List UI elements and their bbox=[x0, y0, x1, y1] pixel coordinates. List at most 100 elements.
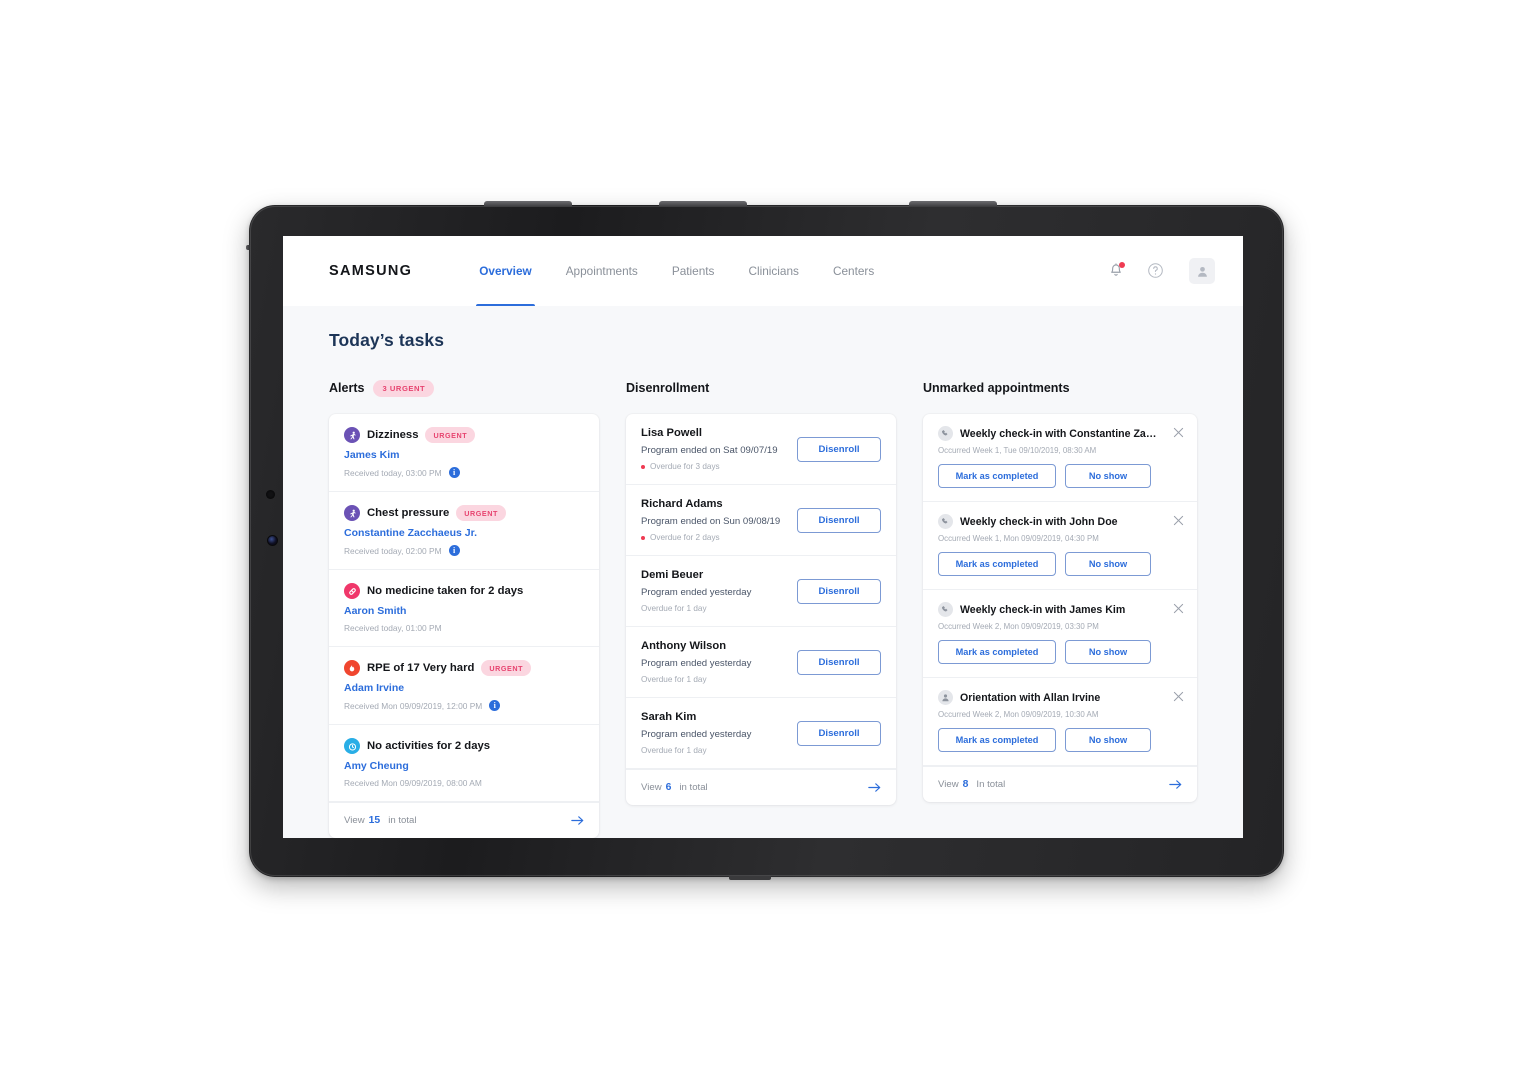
info-icon[interactable]: i bbox=[448, 545, 460, 556]
alert-row[interactable]: Chest pressure URGENT Constantine Zaccha… bbox=[329, 492, 599, 570]
alert-row[interactable]: No activities for 2 days Amy Cheung Rece… bbox=[329, 725, 599, 802]
tab-centers[interactable]: Centers bbox=[816, 236, 891, 306]
alerts-column: Alerts 3 URGENT Dizziness URGENT James K… bbox=[329, 377, 599, 838]
help-circle-icon[interactable] bbox=[1147, 260, 1169, 282]
tab-patients[interactable]: Patients bbox=[655, 236, 732, 306]
alert-meta: Received today, 01:00 PM bbox=[344, 623, 584, 633]
close-icon[interactable] bbox=[1173, 689, 1185, 702]
top-navigation-bar: SAMSUNG Overview Appointments Patients C… bbox=[283, 236, 1243, 306]
tablet-power-button[interactable] bbox=[659, 201, 747, 207]
alerts-total-count: 15 bbox=[368, 815, 381, 826]
close-icon[interactable] bbox=[1173, 425, 1185, 438]
alert-title: Chest pressure bbox=[367, 507, 450, 519]
alert-received-time: Received Mon 09/09/2019, 08:00 AM bbox=[344, 778, 482, 788]
in-total-label: In total bbox=[976, 779, 1006, 790]
info-icon[interactable]: i bbox=[448, 467, 460, 478]
phone-call-icon bbox=[938, 426, 953, 441]
alert-meta: Received today, 02:00 PM i bbox=[344, 545, 584, 556]
in-total-label: in total bbox=[388, 815, 417, 826]
disenroll-button[interactable]: Disenroll bbox=[797, 507, 881, 533]
tablet-side-button[interactable] bbox=[246, 245, 250, 250]
samsung-logo: SAMSUNG bbox=[329, 263, 413, 279]
alerts-footer[interactable]: View 15 in total bbox=[329, 802, 599, 838]
sensor-dot-icon bbox=[266, 490, 275, 499]
mark-as-completed-button[interactable]: Mark as completed bbox=[938, 552, 1056, 576]
arrow-right-icon[interactable] bbox=[571, 815, 584, 826]
appointments-card: Weekly check-in with Constantine Zacc...… bbox=[923, 414, 1197, 802]
tab-clinicians[interactable]: Clinicians bbox=[731, 236, 815, 306]
program-ended-text: Program ended yesterday bbox=[641, 729, 752, 740]
phone-call-icon bbox=[938, 602, 953, 617]
alert-patient-name[interactable]: Adam Irvine bbox=[344, 682, 584, 694]
page-title: Today’s tasks bbox=[329, 330, 445, 350]
chest-pressure-icon bbox=[344, 505, 360, 521]
appointment-heading: Weekly check-in with Constantine Zacc... bbox=[938, 426, 1182, 441]
no-show-button[interactable]: No show bbox=[1065, 552, 1151, 576]
alert-received-time: Received today, 01:00 PM bbox=[344, 623, 442, 633]
overdue-label: Overdue for 2 days bbox=[650, 533, 720, 542]
nav-actions bbox=[1105, 258, 1215, 284]
tab-overview[interactable]: Overview bbox=[462, 236, 548, 306]
alert-row[interactable]: RPE of 17 Very hard URGENT Adam Irvine R… bbox=[329, 647, 599, 725]
alert-patient-name[interactable]: Aaron Smith bbox=[344, 605, 584, 617]
disenroll-button[interactable]: Disenroll bbox=[797, 720, 881, 746]
mark-as-completed-button[interactable]: Mark as completed bbox=[938, 640, 1056, 664]
alert-urgent-badge: URGENT bbox=[456, 505, 506, 521]
alert-heading: No medicine taken for 2 days bbox=[344, 583, 584, 599]
alert-row[interactable]: No medicine taken for 2 days Aaron Smith… bbox=[329, 570, 599, 647]
alert-meta: Received today, 03:00 PM i bbox=[344, 467, 584, 478]
dizziness-icon bbox=[344, 427, 360, 443]
arrow-right-icon[interactable] bbox=[868, 782, 881, 793]
tablet-aux-button[interactable] bbox=[909, 201, 997, 207]
appointment-heading: Weekly check-in with John Doe bbox=[938, 514, 1182, 529]
appointments-footer[interactable]: View 8 In total bbox=[923, 766, 1197, 802]
disenrollment-column: Disenrollment Lisa Powell Program ended … bbox=[626, 377, 896, 838]
close-icon[interactable] bbox=[1173, 513, 1185, 526]
no-show-button[interactable]: No show bbox=[1065, 464, 1151, 488]
appointment-title: Weekly check-in with Constantine Zacc... bbox=[960, 427, 1162, 440]
overdue-label: Overdue for 3 days bbox=[650, 462, 720, 471]
notification-bell-icon[interactable] bbox=[1105, 260, 1127, 282]
close-icon[interactable] bbox=[1173, 601, 1185, 614]
appointments-total-count: 8 bbox=[962, 779, 969, 790]
appointment-heading: Orientation with Allan Irvine bbox=[938, 690, 1182, 705]
disenroll-button[interactable]: Disenroll bbox=[797, 649, 881, 675]
appointment-row: Orientation with Allan Irvine Occurred W… bbox=[923, 678, 1197, 766]
medicine-pill-icon bbox=[344, 583, 360, 599]
disenroll-button[interactable]: Disenroll bbox=[797, 578, 881, 604]
no-show-button[interactable]: No show bbox=[1065, 640, 1151, 664]
phone-call-icon bbox=[938, 514, 953, 529]
user-avatar-icon[interactable] bbox=[1189, 258, 1215, 284]
tablet-volume-button[interactable] bbox=[484, 201, 572, 207]
alert-row[interactable]: Dizziness URGENT James Kim Received toda… bbox=[329, 414, 599, 492]
alert-patient-name[interactable]: Constantine Zacchaeus Jr. bbox=[344, 527, 584, 539]
disenrollment-row: Lisa Powell Program ended on Sat 09/07/1… bbox=[626, 414, 896, 485]
disenrollment-card: Lisa Powell Program ended on Sat 09/07/1… bbox=[626, 414, 896, 805]
tablet-device-frame: SAMSUNG Overview Appointments Patients C… bbox=[246, 201, 1284, 880]
no-show-button[interactable]: No show bbox=[1065, 728, 1151, 752]
patient-name: Sarah Kim bbox=[641, 711, 697, 723]
alert-heading: RPE of 17 Very hard URGENT bbox=[344, 660, 584, 676]
appointment-title: Weekly check-in with James Kim bbox=[960, 603, 1126, 616]
arrow-right-icon[interactable] bbox=[1169, 779, 1182, 790]
patient-name: Demi Beuer bbox=[641, 569, 704, 581]
mark-as-completed-button[interactable]: Mark as completed bbox=[938, 464, 1056, 488]
disenrollment-row: Demi Beuer Program ended yesterday Overd… bbox=[626, 556, 896, 627]
disenrollment-footer[interactable]: View 6 in total bbox=[626, 769, 896, 805]
alert-patient-name[interactable]: Amy Cheung bbox=[344, 760, 584, 772]
overdue-text: Overdue for 1 day bbox=[641, 675, 797, 684]
program-ended-text: Program ended yesterday bbox=[641, 658, 752, 669]
alert-patient-name[interactable]: James Kim bbox=[344, 449, 584, 461]
tab-appointments[interactable]: Appointments bbox=[549, 236, 655, 306]
alerts-title: Alerts bbox=[329, 381, 365, 395]
overdue-text: Overdue for 1 day bbox=[641, 604, 797, 613]
alert-title: RPE of 17 Very hard bbox=[367, 662, 475, 674]
info-icon[interactable]: i bbox=[489, 700, 501, 711]
disenroll-button[interactable]: Disenroll bbox=[797, 436, 881, 462]
alert-meta: Received Mon 09/09/2019, 12:00 PM i bbox=[344, 700, 584, 711]
alerts-card: Dizziness URGENT James Kim Received toda… bbox=[329, 414, 599, 838]
alerts-header: Alerts 3 URGENT bbox=[329, 377, 599, 399]
mark-as-completed-button[interactable]: Mark as completed bbox=[938, 728, 1056, 752]
alert-heading: Chest pressure URGENT bbox=[344, 505, 584, 521]
front-camera-icon bbox=[267, 535, 278, 546]
